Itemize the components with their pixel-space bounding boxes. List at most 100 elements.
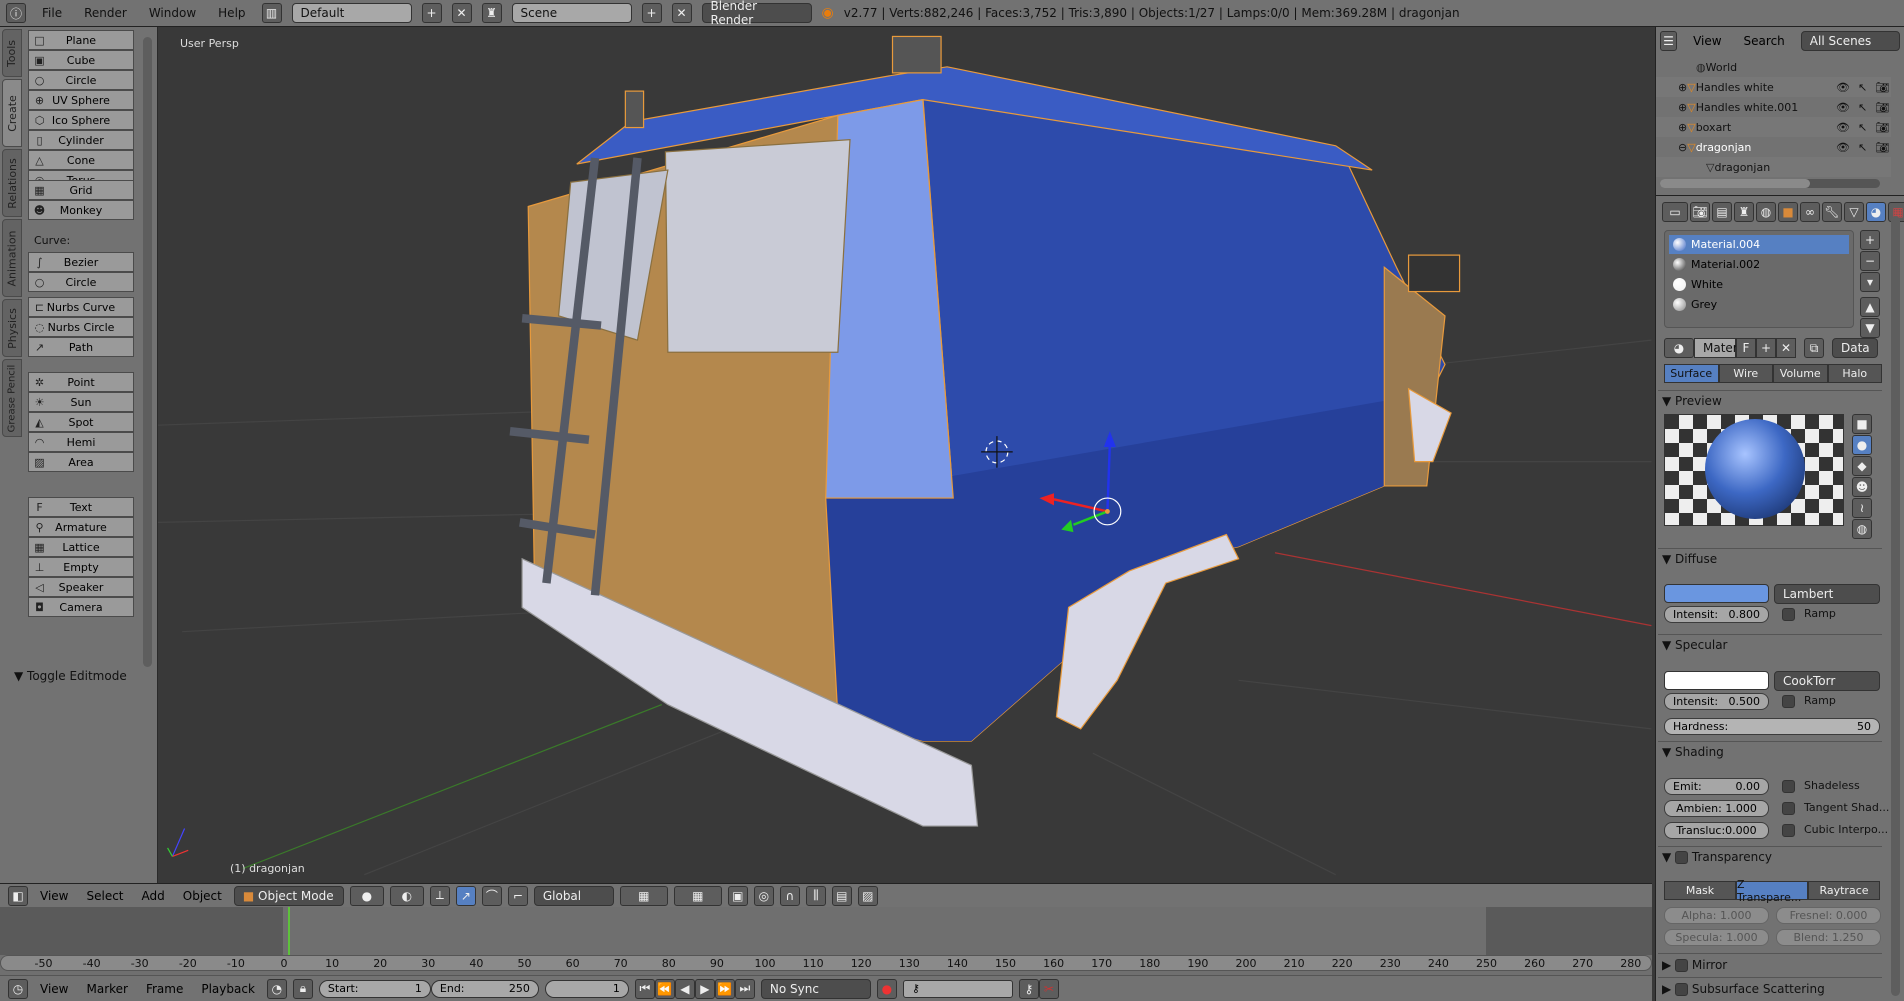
render-tab-icon[interactable]: 📷︎ xyxy=(1690,202,1710,222)
insert-keyframe-icon[interactable]: ⚷ xyxy=(1018,978,1039,999)
properties-scrollbar[interactable] xyxy=(1891,216,1900,996)
object-tab-icon[interactable]: ■ xyxy=(1778,202,1798,222)
add-empty-button[interactable]: ⊥ Empty xyxy=(28,557,134,577)
menu-window[interactable]: Window xyxy=(143,6,202,20)
diffuse-shader-select[interactable]: Lambert xyxy=(1774,584,1880,604)
transparency-mode-mask[interactable]: Mask xyxy=(1664,881,1736,900)
opengl-render-icon[interactable]: ▨ xyxy=(857,885,878,906)
tab-surface[interactable]: Surface xyxy=(1664,364,1719,383)
scene-icon[interactable]: ♜ xyxy=(481,3,502,23)
tab-tools[interactable]: Tools xyxy=(2,29,22,77)
rotate-icon[interactable]: ⌒ xyxy=(481,885,502,906)
specular-ramp-checkbox[interactable] xyxy=(1782,695,1795,708)
preview-sphere-icon[interactable]: ● xyxy=(1852,435,1872,455)
outliner-editor-icon[interactable]: ☰ xyxy=(1660,31,1678,51)
menu-render[interactable]: Render xyxy=(78,6,133,20)
snap-element-icon[interactable]: ⫼ xyxy=(805,885,826,906)
add-scene-icon[interactable]: + xyxy=(641,3,662,23)
specular-intensity-field[interactable]: Intensit: 0.500 xyxy=(1664,693,1769,710)
add-ico-sphere-button[interactable]: ⬡ Ico Sphere xyxy=(28,110,134,130)
jump-start-icon[interactable]: ⏮ xyxy=(634,978,655,999)
render-layers-tab-icon[interactable]: ▤ xyxy=(1712,202,1732,222)
preview-world-icon[interactable]: ◍ xyxy=(1852,519,1872,539)
tab-animation[interactable]: Animation xyxy=(2,219,22,297)
tab-wire[interactable]: Wire xyxy=(1718,364,1773,383)
lock-layers-icon[interactable]: ▣ xyxy=(727,885,748,906)
add-point-button[interactable]: ✲ Point xyxy=(28,372,134,392)
next-keyframe-icon[interactable]: ⏩ xyxy=(714,978,735,999)
modifiers-tab-icon[interactable]: 🔧︎ xyxy=(1822,202,1842,222)
pivot-icon[interactable]: ◐ xyxy=(389,885,424,906)
layout-field[interactable]: Default xyxy=(291,3,412,23)
add-cone-button[interactable]: △ Cone xyxy=(28,150,134,170)
outliner-filter-select[interactable]: All Scenes xyxy=(1800,31,1900,51)
material-slot[interactable]: White xyxy=(1669,275,1849,294)
diffuse-ramp-checkbox[interactable] xyxy=(1782,608,1795,621)
shading-panel-header[interactable]: ▼ Shading xyxy=(1662,745,1724,759)
transparency-panel-header[interactable]: ▼ Transparency xyxy=(1662,850,1772,864)
menu-select[interactable]: Select xyxy=(80,889,129,903)
specular-alpha-field[interactable]: Specula: 1.000 xyxy=(1664,929,1769,946)
blend-field[interactable]: Blend: 1.250 xyxy=(1776,929,1881,946)
add-lattice-button[interactable]: ▦ Lattice xyxy=(28,537,134,557)
proportional-icon[interactable]: ◎ xyxy=(753,885,774,906)
play-reverse-icon[interactable]: ◀ xyxy=(674,978,695,999)
expand-icon[interactable]: ⊖ xyxy=(1678,141,1687,154)
render-camera-icon[interactable]: 📷︎ xyxy=(1875,101,1889,114)
move-up-icon[interactable]: ▲ xyxy=(1860,297,1880,317)
menu-marker[interactable]: Marker xyxy=(80,982,133,996)
material-slot[interactable]: Grey xyxy=(1669,295,1849,314)
tab-grease-pencil[interactable]: Grease Pencil xyxy=(2,359,22,437)
selectable-cursor-icon[interactable]: ↖ xyxy=(1858,121,1867,134)
add-layout-icon[interactable]: + xyxy=(421,3,442,23)
preview-cube-icon[interactable]: ◆ xyxy=(1852,456,1872,476)
sync-select[interactable]: No Sync xyxy=(760,978,871,999)
prev-keyframe-icon[interactable]: ⏪ xyxy=(654,978,675,999)
preview-hair-icon[interactable]: ≀ xyxy=(1852,498,1872,518)
add-cube-button[interactable]: ▣ Cube xyxy=(28,50,134,70)
visibility-eye-icon[interactable]: 👁︎ xyxy=(1836,101,1850,114)
add-uv-sphere-button[interactable]: ⊕ UV Sphere xyxy=(28,90,134,110)
outliner-item[interactable]: ⊕ ▽ boxart 👁︎ ↖ 📷︎ xyxy=(1656,117,1891,137)
properties-editor-icon[interactable]: ▭ xyxy=(1662,202,1688,222)
preview-flat-icon[interactable]: ■ xyxy=(1852,414,1872,434)
remove-scene-icon[interactable]: ✕ xyxy=(671,3,692,23)
mirror-checkbox[interactable] xyxy=(1675,959,1689,972)
expand-icon[interactable]: ⊕ xyxy=(1678,81,1687,94)
tab-halo[interactable]: Halo xyxy=(1827,364,1882,383)
remove-slot-icon[interactable]: − xyxy=(1860,251,1880,271)
cubic-interpolation-checkbox[interactable] xyxy=(1782,824,1795,837)
render-icon[interactable]: ▤ xyxy=(831,885,852,906)
add-area-button[interactable]: ▨ Area xyxy=(28,452,134,472)
alpha-field[interactable]: Alpha: 1.000 xyxy=(1664,907,1769,924)
keying-set-field[interactable]: ⚷ xyxy=(902,979,1013,998)
tangent-shading-checkbox[interactable] xyxy=(1782,802,1795,815)
sss-panel-header[interactable]: ▶ Subsurface Scattering xyxy=(1662,982,1825,996)
timeline-editor-icon[interactable]: ◷ xyxy=(8,978,28,999)
unlink-material-icon[interactable]: ✕ xyxy=(1776,338,1796,358)
viewport-shading-icon[interactable]: ● xyxy=(349,885,384,906)
ambient-field[interactable]: Ambien: 1.000 xyxy=(1664,800,1769,817)
outliner-hscrollbar[interactable] xyxy=(1660,179,1880,188)
constraints-tab-icon[interactable]: ∞ xyxy=(1800,202,1820,222)
add-grid-button[interactable]: ▦ Grid xyxy=(28,180,134,200)
play-icon[interactable]: ▶ xyxy=(694,978,715,999)
fake-user-button[interactable]: F xyxy=(1736,338,1756,358)
menu-view-timeline[interactable]: View xyxy=(34,982,74,996)
material-slot[interactable]: Material.002 xyxy=(1669,255,1849,274)
material-name-field[interactable]: Materi xyxy=(1694,338,1741,358)
render-camera-icon[interactable]: 📷︎ xyxy=(1875,81,1889,94)
layers-2-icon[interactable]: ▦ xyxy=(673,885,722,906)
outliner-item[interactable]: ◍ World xyxy=(1656,57,1891,77)
add-plane-button[interactable]: □ Plane xyxy=(28,30,134,50)
outliner-item[interactable]: ⊕ ▽ Handles white 👁︎ ↖ 📷︎ xyxy=(1656,77,1891,97)
orientation-select[interactable]: Global xyxy=(533,885,614,906)
add-monkey-button[interactable]: ☻ Monkey xyxy=(28,200,134,220)
screen-layout-icon[interactable]: ▥ xyxy=(261,3,282,23)
expand-icon[interactable]: ⊕ xyxy=(1678,121,1687,134)
transparency-checkbox[interactable] xyxy=(1675,851,1689,864)
outliner-item[interactable]: ⊕ ▽ Handles white.001 👁︎ ↖ 📷︎ xyxy=(1656,97,1891,117)
menu-add[interactable]: Add xyxy=(136,889,171,903)
tab-physics[interactable]: Physics xyxy=(2,299,22,357)
render-engine-select[interactable]: Blender Render xyxy=(701,0,812,27)
